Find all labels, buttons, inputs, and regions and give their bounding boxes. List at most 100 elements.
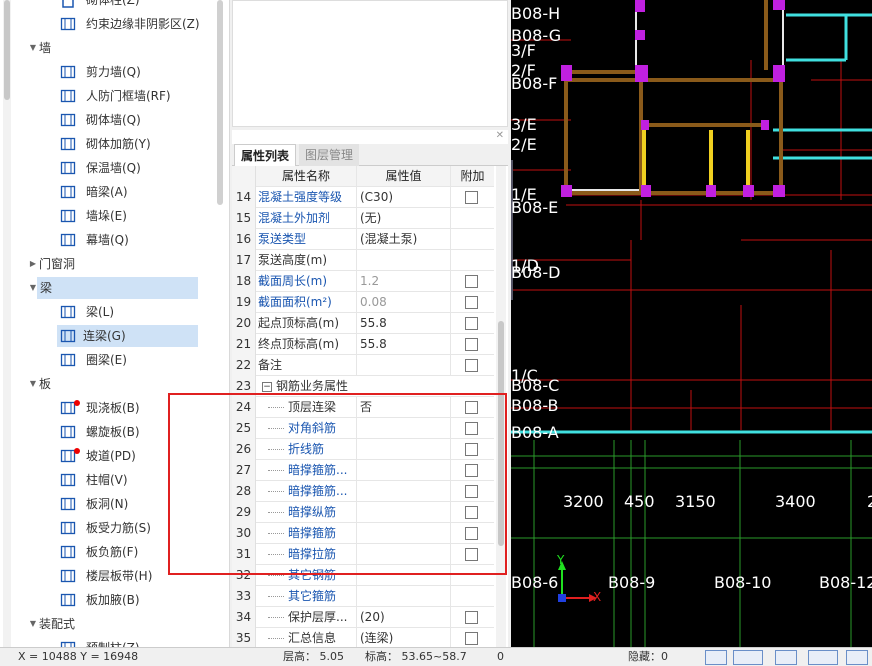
dimension-label: 2 <box>867 492 872 511</box>
bottom-axis-label: B08-6 <box>511 573 559 592</box>
curtain-wall-icon <box>60 232 76 248</box>
slab-main-rebar-icon <box>60 520 76 536</box>
tree-item-label: 柱帽(V) <box>86 473 128 487</box>
dimension-label: 450 <box>624 492 655 511</box>
select-mode-button[interactable] <box>705 650 727 665</box>
left-edge-scrollbar[interactable] <box>3 0 11 647</box>
header-name: 属性名称 <box>281 169 330 183</box>
property-row[interactable]: 22 备注 <box>232 355 494 376</box>
property-table-header: 属性名称 属性值 附加 <box>232 166 494 187</box>
cross-select-button[interactable] <box>775 650 797 665</box>
property-name: 泵送高度(m) <box>258 250 354 271</box>
axis-label: 3/E <box>511 115 537 134</box>
collapse-icon[interactable]: − <box>262 381 272 392</box>
close-icon[interactable]: ✕ <box>496 130 504 141</box>
row-number: 17 <box>232 250 256 271</box>
property-row[interactable]: 15 混凝土外加剂 (无) <box>232 208 494 229</box>
tab-layer-management[interactable]: 图层管理 <box>299 144 360 166</box>
masonry-wall-icon <box>60 112 76 128</box>
angle-select-button[interactable] <box>808 650 838 665</box>
cad-drawing-view[interactable]: B08-H B08-G 3/F 2/F B08-F 3/E 2/E 1/E B08-E 1/D B0… <box>511 0 872 647</box>
property-row[interactable]: 21 终点顶标高(m) 55.8 <box>232 334 494 355</box>
tree-item-label: 楼层板带(H) <box>86 569 153 583</box>
property-name: 终点顶标高(m) <box>258 334 354 355</box>
property-value[interactable]: (连梁) <box>356 628 450 649</box>
extra-checkbox[interactable] <box>465 317 478 330</box>
highlight-box <box>168 393 507 575</box>
property-row[interactable]: 17 泵送高度(m) <box>232 250 494 271</box>
tab-property-list[interactable]: 属性列表 <box>234 144 297 166</box>
chevron-down-icon[interactable]: ▼ <box>27 613 39 635</box>
property-extra-cell <box>450 586 494 607</box>
add-button[interactable] <box>846 650 868 665</box>
property-name-text: 混凝土外加剂 <box>258 211 331 225</box>
wall-pier-icon <box>60 208 76 224</box>
property-row[interactable]: 19 截面面积(m²) 0.08 <box>232 292 494 313</box>
row-number: 33 <box>232 586 256 607</box>
extra-checkbox[interactable] <box>465 275 478 288</box>
tree-item-label: 砌体墙(Q) <box>86 113 141 127</box>
ramp-icon <box>60 448 80 464</box>
row-number: 35 <box>232 628 256 649</box>
chevron-down-icon[interactable]: ▼ <box>27 277 39 299</box>
extra-checkbox[interactable] <box>465 191 478 204</box>
property-name: 截面周长(m) <box>258 271 354 292</box>
tree-dash <box>268 596 284 597</box>
hidden-count: 隐藏：0 <box>628 650 668 663</box>
new-badge-dot <box>74 400 80 406</box>
property-row[interactable]: 33 其它箍筋 <box>232 586 494 607</box>
tree-item-label: 暗梁(A) <box>86 185 128 199</box>
tree-dash <box>268 638 284 639</box>
property-value[interactable]: (混凝土泵) <box>356 229 450 250</box>
dimension-label: 3200 <box>563 492 604 511</box>
property-value[interactable] <box>356 586 450 607</box>
row-number: 19 <box>232 292 256 313</box>
property-name-text: 备注 <box>258 358 283 372</box>
property-value[interactable]: 55.8 <box>356 334 450 355</box>
bottom-axis-label: B08-10 <box>714 573 772 592</box>
tree-item-label: 坡道(PD) <box>86 449 136 463</box>
chevron-down-icon[interactable]: ▼ <box>27 37 39 59</box>
property-extra-cell <box>450 250 494 271</box>
extra-checkbox[interactable] <box>465 296 478 309</box>
axis-label: 2/E <box>511 135 537 154</box>
property-name: 起点顶标高(m) <box>258 313 354 334</box>
property-value[interactable]: 0.08 <box>356 292 450 313</box>
row-number: 18 <box>232 271 256 292</box>
tree-item-label: 板洞(N) <box>86 497 129 511</box>
property-value[interactable]: 55.8 <box>356 313 450 334</box>
property-row[interactable]: 16 泵送类型 (混凝土泵) <box>232 229 494 250</box>
property-value[interactable]: (20) <box>356 607 450 628</box>
property-row[interactable]: 34 保护层厚... (20) <box>232 607 494 628</box>
extra-checkbox[interactable] <box>465 359 478 372</box>
property-name: 泵送类型 <box>258 229 354 250</box>
property-value[interactable]: (C30) <box>356 187 450 208</box>
property-value[interactable] <box>356 355 450 376</box>
property-value[interactable] <box>356 250 450 271</box>
property-name-text: 汇总信息 <box>288 631 337 645</box>
property-value[interactable]: 1.2 <box>356 271 450 292</box>
row-number: 14 <box>232 187 256 208</box>
tree-item[interactable]: 连梁(G) <box>57 325 198 347</box>
property-value[interactable]: (无) <box>356 208 450 229</box>
property-row[interactable]: 35 汇总信息 (连梁) <box>232 628 494 649</box>
axis-label: B08-H <box>511 4 561 23</box>
slab-haunch-icon <box>60 592 76 608</box>
tree-item-label: 板负筋(F) <box>86 545 139 559</box>
hidden-beam-icon <box>60 184 76 200</box>
property-row[interactable]: 20 起点顶标高(m) 55.8 <box>232 313 494 334</box>
chevron-right-icon[interactable]: ▶ <box>27 253 39 275</box>
box-select-button[interactable] <box>733 650 763 665</box>
header-extra: 附加 <box>450 166 494 187</box>
tree-category[interactable]: ▼ 梁 <box>30 277 198 299</box>
extra-checkbox[interactable] <box>465 611 478 624</box>
property-row[interactable]: 14 混凝土强度等级 (C30) <box>232 187 494 208</box>
y-axis-letter: Y <box>557 553 565 567</box>
cad-canvas <box>511 0 872 647</box>
property-row[interactable]: 18 截面周长(m) 1.2 <box>232 271 494 292</box>
extra-checkbox[interactable] <box>465 632 478 645</box>
constraint-edge-icon <box>60 16 76 32</box>
chevron-down-icon[interactable]: ▼ <box>27 373 39 395</box>
property-name-text: 截面周长(m) <box>258 274 328 288</box>
extra-checkbox[interactable] <box>465 338 478 351</box>
